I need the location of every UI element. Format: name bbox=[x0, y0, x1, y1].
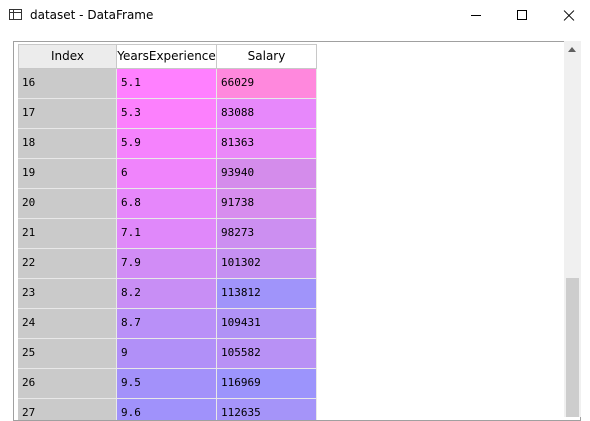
table-row[interactable]: 21 7.1 98273 bbox=[18, 219, 317, 249]
row-index-cell[interactable]: 21 bbox=[18, 219, 117, 249]
window-title: dataset - DataFrame bbox=[30, 8, 154, 22]
minimize-button[interactable] bbox=[453, 0, 499, 31]
years-experience-cell[interactable]: 9.6 bbox=[117, 399, 217, 420]
table-row[interactable]: 19 6 93940 bbox=[18, 159, 317, 189]
table-row[interactable]: 26 9.5 116969 bbox=[18, 369, 317, 399]
header-index[interactable]: Index bbox=[18, 44, 117, 69]
table-header: Index YearsExperience Salary bbox=[18, 44, 317, 69]
row-index-cell[interactable]: 24 bbox=[18, 309, 117, 339]
row-index-cell[interactable]: 23 bbox=[18, 279, 117, 309]
salary-cell[interactable]: 98273 bbox=[217, 219, 317, 249]
salary-cell[interactable]: 81363 bbox=[217, 129, 317, 159]
table-row[interactable]: 25 9 105582 bbox=[18, 339, 317, 369]
table-row[interactable]: 20 6.8 91738 bbox=[18, 189, 317, 219]
salary-cell[interactable]: 91738 bbox=[217, 189, 317, 219]
row-index-cell[interactable]: 20 bbox=[18, 189, 117, 219]
salary-cell[interactable]: 105582 bbox=[217, 339, 317, 369]
salary-cell[interactable]: 93940 bbox=[217, 159, 317, 189]
salary-cell[interactable]: 66029 bbox=[217, 69, 317, 99]
row-index-cell[interactable]: 22 bbox=[18, 249, 117, 279]
table-row[interactable]: 22 7.9 101302 bbox=[18, 249, 317, 279]
header-salary[interactable]: Salary bbox=[217, 44, 317, 69]
years-experience-cell[interactable]: 5.3 bbox=[117, 99, 217, 129]
salary-cell[interactable]: 109431 bbox=[217, 309, 317, 339]
table-row[interactable]: 18 5.9 81363 bbox=[18, 129, 317, 159]
salary-cell[interactable]: 116969 bbox=[217, 369, 317, 399]
row-index-cell[interactable]: 25 bbox=[18, 339, 117, 369]
years-experience-cell[interactable]: 6.8 bbox=[117, 189, 217, 219]
dataframe-grid: Index YearsExperience Salary 16 5.1 66029 1… bbox=[13, 41, 581, 421]
table-row[interactable]: 27 9.6 112635 bbox=[18, 399, 317, 420]
row-index-cell[interactable]: 18 bbox=[18, 129, 117, 159]
row-index-cell[interactable]: 27 bbox=[18, 399, 117, 420]
table-body: 16 5.1 66029 17 5.3 83088 18 5.9 81363 19 6 93940 20… bbox=[18, 69, 317, 420]
years-experience-cell[interactable]: 6 bbox=[117, 159, 217, 189]
years-experience-cell[interactable]: 5.9 bbox=[117, 129, 217, 159]
years-experience-cell[interactable]: 8.2 bbox=[117, 279, 217, 309]
salary-cell[interactable]: 83088 bbox=[217, 99, 317, 129]
table-row[interactable]: 16 5.1 66029 bbox=[18, 69, 317, 99]
row-index-cell[interactable]: 26 bbox=[18, 369, 117, 399]
table-row[interactable]: 23 8.2 113812 bbox=[18, 279, 317, 309]
years-experience-cell[interactable]: 7.9 bbox=[117, 249, 217, 279]
row-index-cell[interactable]: 17 bbox=[18, 99, 117, 129]
years-experience-cell[interactable]: 9.5 bbox=[117, 369, 217, 399]
years-experience-cell[interactable]: 7.1 bbox=[117, 219, 217, 249]
header-years-experience[interactable]: YearsExperience bbox=[117, 44, 217, 69]
scroll-thumb[interactable] bbox=[566, 278, 579, 417]
salary-cell[interactable]: 101302 bbox=[217, 249, 317, 279]
row-index-cell[interactable]: 16 bbox=[18, 69, 117, 99]
table-row[interactable]: 24 8.7 109431 bbox=[18, 309, 317, 339]
table-icon bbox=[9, 9, 22, 20]
vertical-scrollbar[interactable] bbox=[564, 41, 581, 417]
table-row[interactable]: 17 5.3 83088 bbox=[18, 99, 317, 129]
years-experience-cell[interactable]: 9 bbox=[117, 339, 217, 369]
close-button[interactable] bbox=[545, 0, 590, 31]
scroll-up-icon[interactable] bbox=[564, 41, 581, 58]
salary-cell[interactable]: 112635 bbox=[217, 399, 317, 420]
years-experience-cell[interactable]: 8.7 bbox=[117, 309, 217, 339]
maximize-button[interactable] bbox=[499, 0, 545, 31]
title-bar: dataset - DataFrame bbox=[0, 0, 590, 31]
years-experience-cell[interactable]: 5.1 bbox=[117, 69, 217, 99]
row-index-cell[interactable]: 19 bbox=[18, 159, 117, 189]
salary-cell[interactable]: 113812 bbox=[217, 279, 317, 309]
